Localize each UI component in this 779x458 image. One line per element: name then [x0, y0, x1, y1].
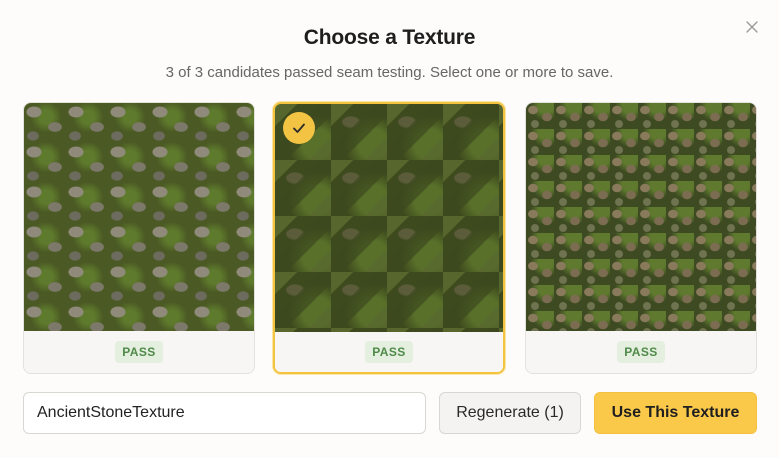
candidate-card-1[interactable]: PASS: [23, 102, 255, 374]
checkmark-icon: [293, 123, 305, 133]
dialog-subtitle: 3 of 3 candidates passed seam testing. S…: [165, 64, 614, 81]
selected-check-badge: [283, 112, 315, 144]
status-badge: PASS: [365, 341, 413, 363]
candidate-card-2[interactable]: PASS: [273, 102, 505, 374]
candidate-card-3[interactable]: PASS: [525, 102, 757, 374]
use-texture-button[interactable]: Use This Texture: [594, 392, 757, 434]
texture-dialog: Choose a Texture 3 of 3 candidates passe…: [0, 0, 779, 458]
dialog-title: Choose a Texture: [303, 26, 476, 49]
card-footer: PASS: [526, 331, 756, 373]
card-footer: PASS: [275, 332, 503, 372]
card-footer: PASS: [24, 331, 254, 373]
status-badge: PASS: [115, 341, 163, 363]
candidate-list: PASS PASS PASS: [23, 102, 757, 374]
texture-name-input[interactable]: [23, 392, 426, 434]
texture-preview: [526, 103, 756, 333]
texture-preview: [24, 103, 254, 333]
status-badge: PASS: [617, 341, 665, 363]
regenerate-button[interactable]: Regenerate (1): [439, 392, 581, 434]
